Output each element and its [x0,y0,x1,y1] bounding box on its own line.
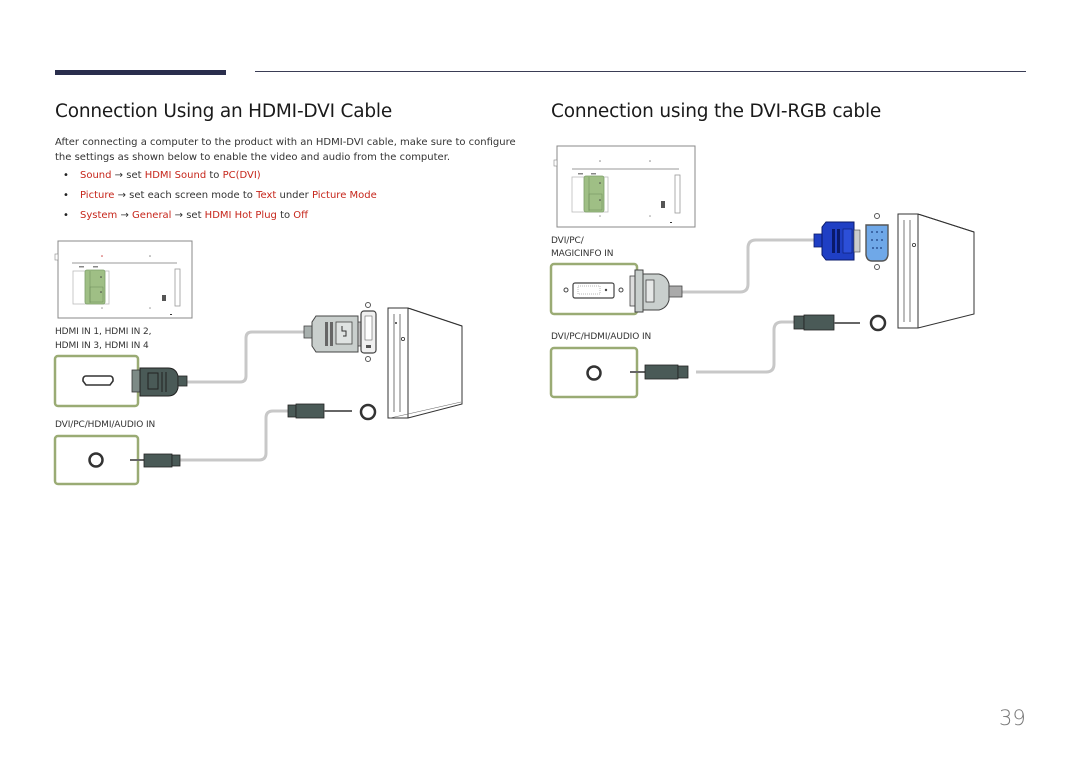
left-intro-text: After connecting a computer to the produ… [55,137,516,163]
vga-port-icon [865,213,889,270]
menu-path-highlight: Picture [80,190,115,201]
dvi-port-icon [563,282,624,299]
dvi-plug-icon [303,315,365,353]
right-audio-connection-diagram [549,314,887,399]
audio-cable [180,409,290,462]
menu-path-highlight: Picture Mode [311,190,377,201]
dvi-port-icon [360,302,377,362]
menu-path-highlight: HDMI Sound [144,170,207,181]
hdmi-plug-icon [131,367,188,397]
instruction-text: to [276,210,294,221]
pc-audio-jack-icon [869,314,887,332]
settings-list-item: Picture → set each screen mode to Text u… [63,188,377,208]
audio-jack-icon [88,452,104,468]
menu-path-highlight: Sound [80,170,112,181]
instruction-text: to [206,170,223,181]
instruction-text: → set [171,210,205,221]
menu-path-highlight: Off [293,210,309,221]
hdmi-port-icon [82,375,114,386]
pc-tower-icon [897,213,975,329]
pc-audio-plug-icon [793,314,860,331]
audio-jack-icon [586,365,602,381]
settings-list: Sound → set HDMI Sound to PC(DVI)Picture… [63,168,377,228]
right-section-title: Connection using the DVI-RGB cable [551,101,882,122]
menu-path-highlight: System [80,210,118,221]
dvi-rgb-cable [682,238,818,294]
instruction-text: under [276,190,312,201]
pc-audio-plug-icon [287,403,352,419]
dvi-plug-icon [629,269,683,313]
header-rule [255,71,1026,72]
hdmi-dvi-cable [186,330,310,384]
audio-cable [696,320,794,374]
page-number: 39 [999,706,1026,730]
pc-tower-icon [387,307,463,419]
instruction-text: → set each screen mode to [114,190,257,201]
instruction-text: → [117,210,133,221]
menu-path-highlight: General [132,210,172,221]
dvi-rgb-connection-diagram [549,213,889,316]
settings-list-item: Sound → set HDMI Sound to PC(DVI) [63,168,377,188]
menu-path-highlight: HDMI Hot Plug [204,210,277,221]
header-accent-bar [55,70,226,75]
audio-plug-icon [630,364,689,380]
settings-list-item: System → General → set HDMI Hot Plug to … [63,208,377,228]
vga-plug-icon [813,221,861,261]
left-section-title: Connection Using an HDMI-DVI Cable [55,101,393,122]
pc-audio-jack-icon [359,403,377,421]
menu-path-highlight: PC(DVI) [222,170,261,181]
menu-path-highlight: Text [256,190,277,201]
left-audio-connection-diagram [53,403,377,486]
instruction-text: → set [111,170,145,181]
